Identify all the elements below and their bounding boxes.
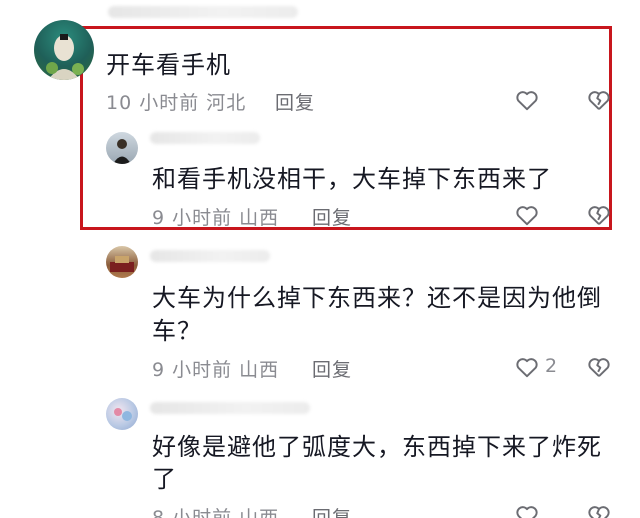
comment-text: 和看手机没相干，大车掉下东西来了: [152, 165, 552, 193]
reply-button[interactable]: 回复: [312, 203, 352, 230]
reply-button[interactable]: 回复: [312, 355, 352, 382]
comment-meta: 9 小时前 山西: [152, 207, 280, 229]
comment-meta: 8 小时前 山西: [152, 507, 280, 518]
heart-outline-icon[interactable]: [514, 87, 540, 113]
username-blurred: [150, 250, 270, 262]
reply-button[interactable]: 回复: [275, 88, 315, 115]
broken-heart-icon[interactable]: [586, 502, 612, 518]
comment-section: 开车看手机 10 小时前 河北 回复 和看手机没相干，大车掉下东西来了 9 小时…: [0, 0, 640, 518]
comment-text: 大车为什么掉下东西来？还不是因为他倒: [152, 284, 602, 312]
heart-outline-icon[interactable]: [514, 202, 540, 228]
username-blurred: [150, 132, 260, 144]
comment-meta: 10 小时前 河北: [106, 92, 247, 114]
avatar[interactable]: [34, 20, 94, 80]
reply-button[interactable]: 回复: [312, 503, 352, 518]
comment-meta: 9 小时前 山西: [152, 359, 280, 381]
comment-text-continued: 了: [152, 465, 177, 493]
heart-outline-icon[interactable]: [514, 354, 540, 380]
broken-heart-icon[interactable]: [586, 202, 612, 228]
heart-outline-icon[interactable]: [514, 502, 540, 518]
broken-heart-icon[interactable]: [586, 87, 612, 113]
avatar[interactable]: [106, 246, 138, 278]
comment-text-continued: 车？: [152, 317, 202, 345]
username-blurred: [150, 402, 310, 414]
comment-text: 好像是避他了弧度大，东西掉下来了炸死: [152, 433, 602, 461]
avatar[interactable]: [106, 132, 138, 164]
avatar[interactable]: [106, 398, 138, 430]
comment-text: 开车看手机: [106, 51, 231, 79]
broken-heart-icon[interactable]: [586, 354, 612, 380]
like-count: 2: [545, 355, 558, 377]
username-blurred: [108, 6, 298, 18]
